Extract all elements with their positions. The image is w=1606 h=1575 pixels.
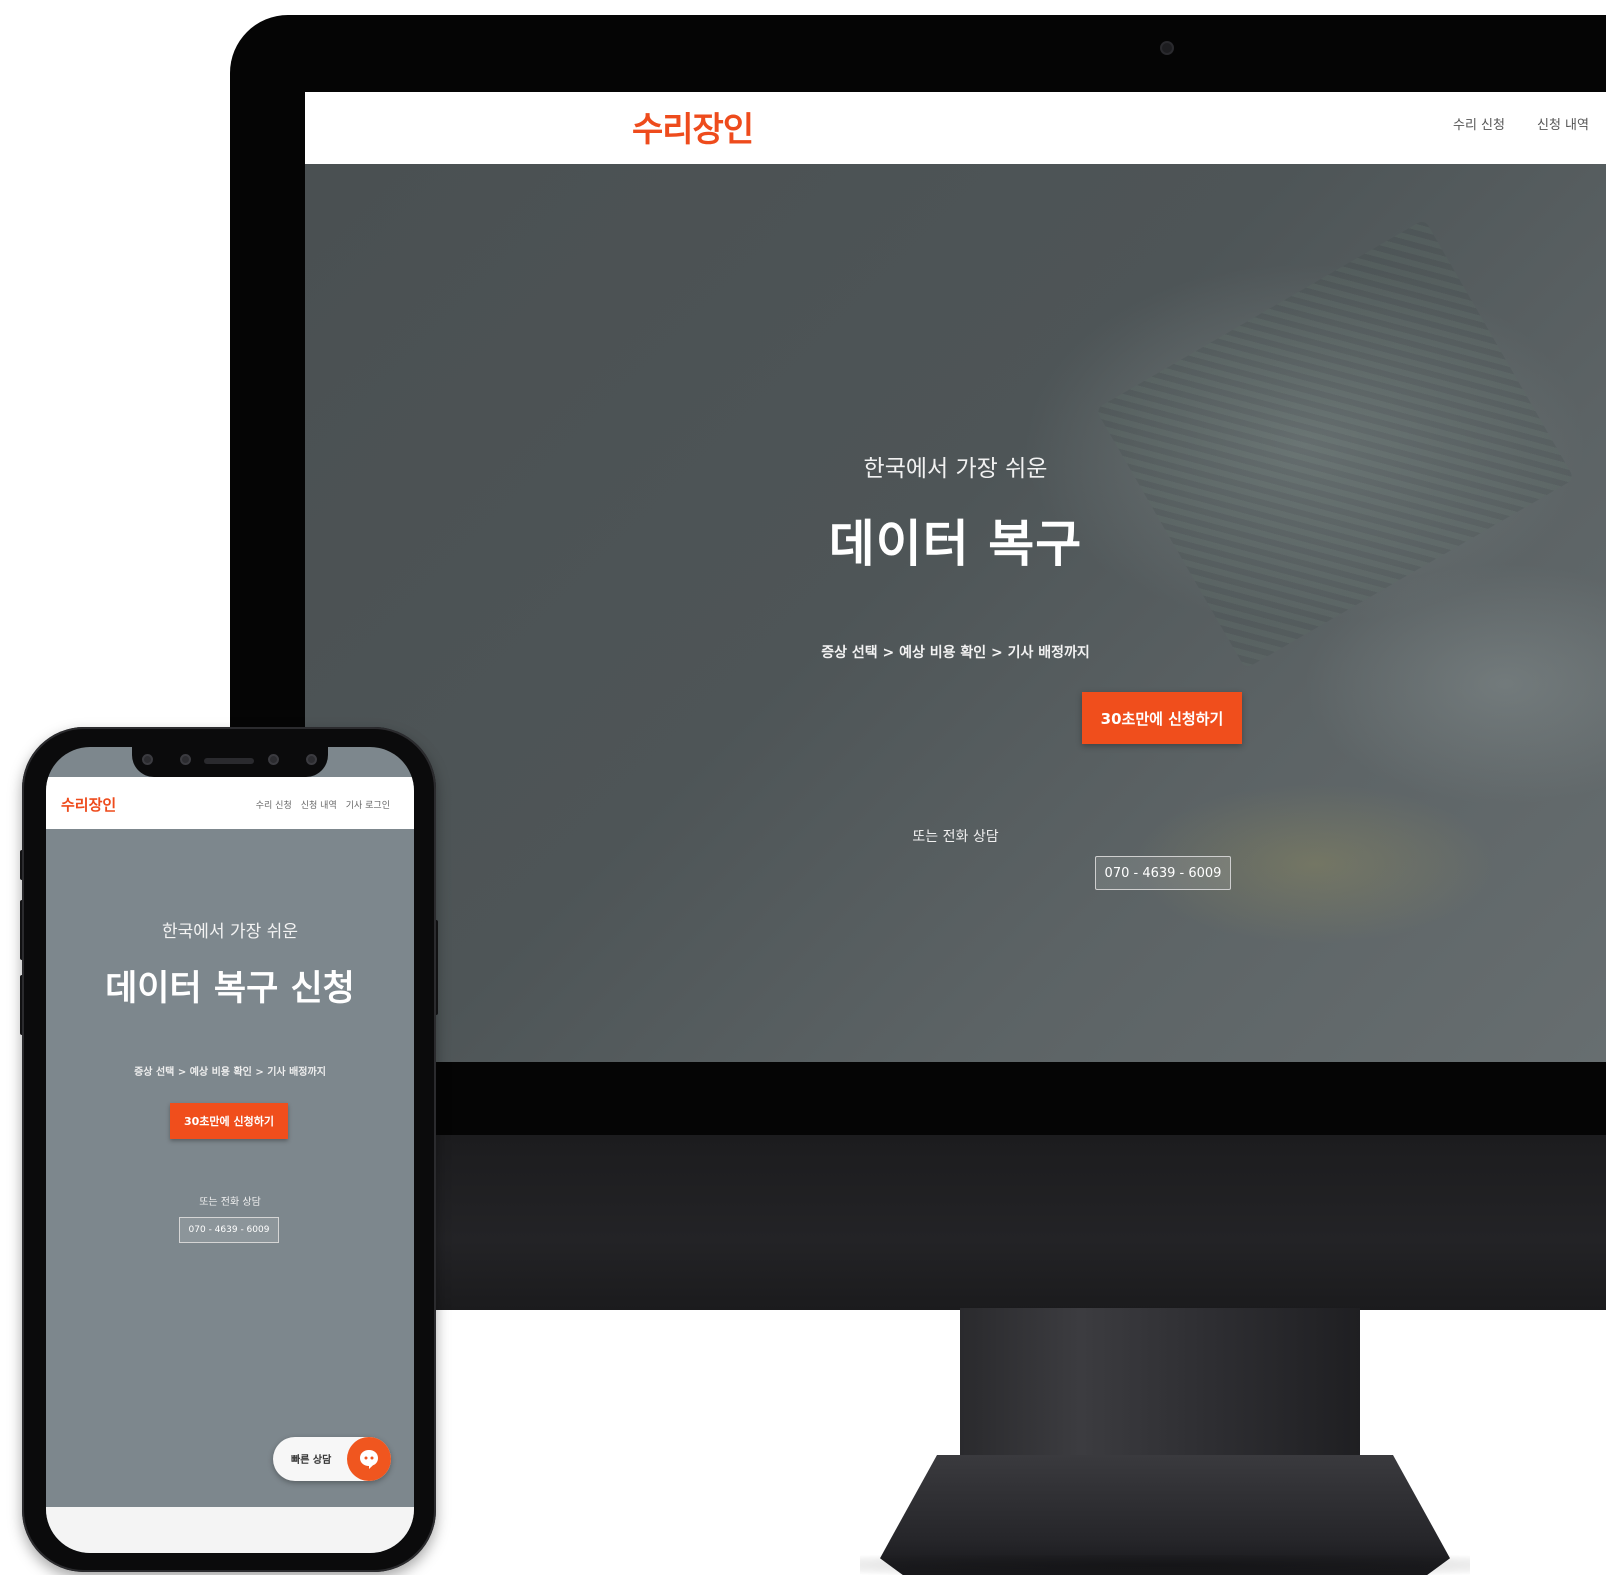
front-camera-icon — [268, 754, 279, 765]
sensor-dot — [180, 754, 191, 765]
phone-notch — [132, 747, 328, 777]
m-nav-item-technician-login[interactable]: 기사 로그인 — [346, 798, 390, 811]
speaker-grille — [204, 758, 254, 764]
sensor-dot — [142, 754, 153, 765]
desktop-header: 수리장인 수리 신청 신청 내역 — [305, 92, 1606, 164]
m-nav-item-repair-request[interactable]: 수리 신청 — [256, 798, 292, 811]
monitor-chin — [230, 1135, 1606, 1310]
mobile-apply-button[interactable]: 30초만에 신청하기 — [170, 1103, 288, 1139]
quick-consult-button[interactable]: 빠른 상담 — [273, 1437, 391, 1481]
chat-bubble-icon — [347, 1437, 391, 1481]
webcam-icon — [1160, 41, 1174, 55]
mobile-hero-subtitle: 한국에서 가장 쉬운 — [162, 922, 298, 942]
mobile-footer — [46, 1507, 414, 1553]
mobile-hero-steps: 증상 선택 > 예상 비용 확인 > 기사 배정까지 — [134, 1067, 326, 1078]
phone-consult-label: 또는 전화 상담 — [912, 829, 999, 845]
mobile-phone-consult-label: 또는 전화 상담 — [199, 1197, 261, 1208]
m-nav-item-request-history[interactable]: 신청 내역 — [301, 798, 337, 811]
monitor-stand-shadow — [860, 1555, 1470, 1575]
nav-item-request-history[interactable]: 신청 내역 — [1537, 114, 1589, 133]
mobile-hero-title: 데이터 복구 신청 — [105, 969, 355, 1009]
quick-consult-label: 빠른 상담 — [291, 1455, 332, 1466]
hero-title: 데이터 복구 — [828, 515, 1083, 573]
apply-button[interactable]: 30초만에 신청하기 — [1082, 692, 1242, 744]
nav-item-repair-request[interactable]: 수리 신청 — [1453, 114, 1505, 133]
monitor-stand-neck — [960, 1308, 1360, 1468]
mobile-logo[interactable]: 수리장인 — [61, 794, 116, 815]
hero-steps: 증상 선택 > 예상 비용 확인 > 기사 배정까지 — [821, 645, 1090, 661]
mobile-header: 수리장인 수리 신청 신청 내역 기사 로그인 — [46, 777, 414, 829]
circuit-board-image — [1095, 219, 1575, 669]
desktop-screen: 수리장인 수리 신청 신청 내역 한국에서 가장 쉬운 데이터 복구 증상 선택… — [305, 92, 1606, 1062]
sensor-dot — [306, 754, 317, 765]
desktop-hero: 한국에서 가장 쉬운 데이터 복구 증상 선택 > 예상 비용 확인 > 기사 … — [305, 164, 1606, 1062]
mobile-screen: 수리장인 수리 신청 신청 내역 기사 로그인 한국에서 가장 쉬운 데이터 복… — [46, 747, 414, 1553]
mobile-nav: 수리 신청 신청 내역 기사 로그인 — [256, 798, 390, 811]
phone-number-button[interactable]: 070 - 4639 - 6009 — [1095, 856, 1231, 890]
mobile-phone-number-button[interactable]: 070 - 4639 - 6009 — [179, 1217, 279, 1243]
device-mockup-stage: 수리장인 수리 신청 신청 내역 한국에서 가장 쉬운 데이터 복구 증상 선택… — [0, 0, 1606, 1575]
desktop-logo[interactable]: 수리장인 — [632, 102, 754, 151]
hero-subtitle: 한국에서 가장 쉬운 — [863, 456, 1048, 482]
desktop-nav: 수리 신청 신청 내역 — [1453, 114, 1589, 133]
